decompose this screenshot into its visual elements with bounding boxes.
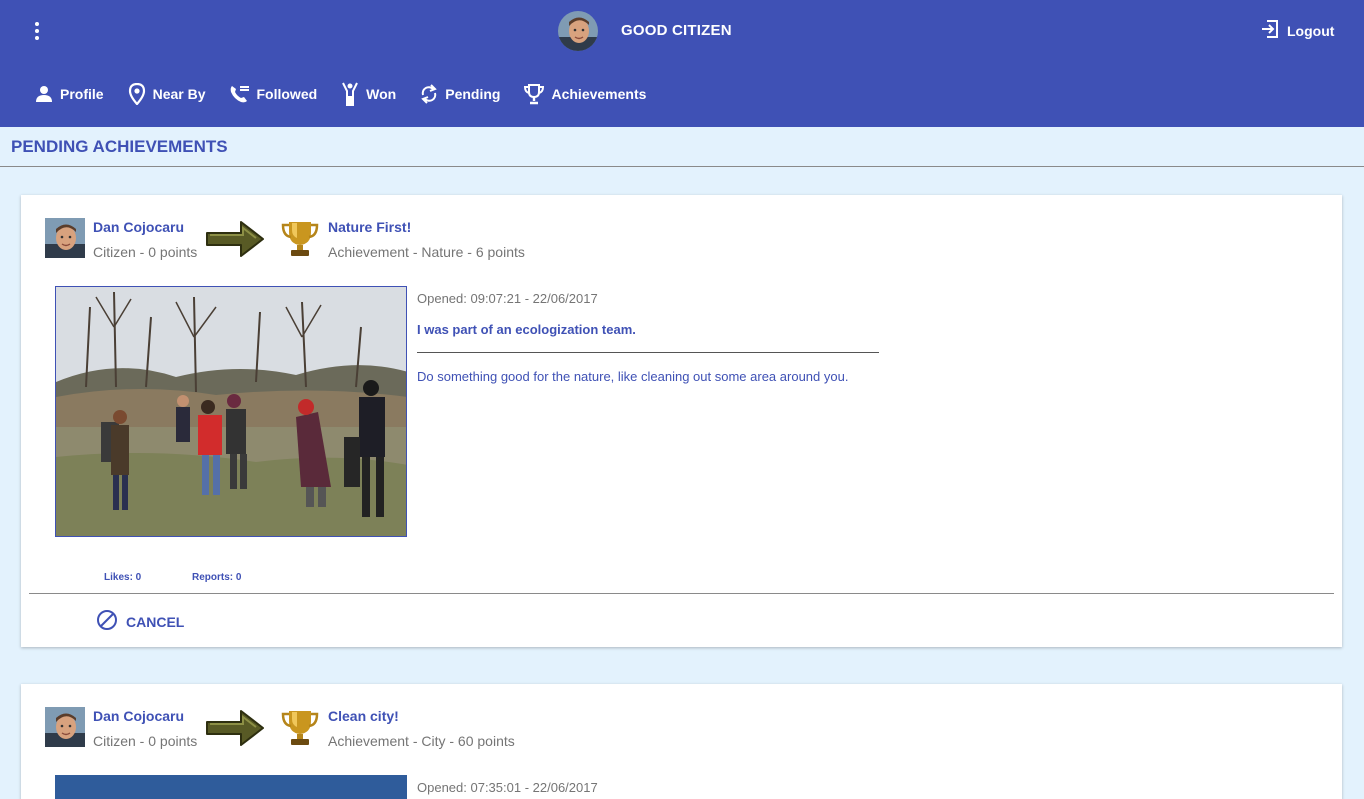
achievement-name[interactable]: Clean city! xyxy=(328,708,399,724)
user-avatar[interactable] xyxy=(45,707,85,747)
nav-pending-label: Pending xyxy=(445,86,501,102)
achievement-details: Achievement - Nature - 6 points xyxy=(328,244,525,260)
nav-followed-label: Followed xyxy=(256,86,318,102)
page-title: PENDING ACHIEVEMENTS xyxy=(11,137,228,156)
achievement-details: Achievement - City - 60 points xyxy=(328,733,515,749)
nav-won-label: Won xyxy=(366,86,397,102)
location-pin-icon xyxy=(127,83,147,105)
user-points: Citizen - 0 points xyxy=(93,733,198,749)
app-bar: GOOD CITIZEN Logout Profile Near By Foll… xyxy=(0,0,1364,127)
trophy-icon xyxy=(523,83,545,105)
more-menu-icon[interactable] xyxy=(26,18,48,44)
main-nav: Profile Near By Followed Won Pending Ach… xyxy=(34,80,669,108)
logout-label: Logout xyxy=(1287,22,1335,39)
achievement-card: Dan Cojocaru Citizen - 0 points Clean ci… xyxy=(21,684,1342,799)
opened-timestamp: Opened: 09:07:21 - 22/06/2017 xyxy=(417,291,598,306)
person-icon xyxy=(34,84,54,104)
cancel-label: CANCEL xyxy=(126,613,185,630)
nav-pending[interactable]: Pending xyxy=(419,80,500,108)
avatar[interactable] xyxy=(558,11,598,51)
nav-followed[interactable]: Followed xyxy=(229,80,318,108)
logout-icon xyxy=(1260,19,1280,42)
divider xyxy=(0,166,1364,167)
logout-button[interactable]: Logout xyxy=(1260,19,1334,42)
block-icon xyxy=(96,609,118,634)
winner-figure-icon xyxy=(340,82,360,106)
user-name[interactable]: Dan Cojocaru xyxy=(93,219,184,235)
nav-won[interactable]: Won xyxy=(340,80,396,108)
sync-icon xyxy=(419,83,439,105)
app-title: GOOD CITIZEN xyxy=(621,22,732,39)
achievement-description: Do something good for the nature, like c… xyxy=(417,369,849,384)
trophy-icon xyxy=(280,707,320,752)
nav-profile-label: Profile xyxy=(60,86,104,102)
phone-follow-icon xyxy=(229,84,251,104)
nav-near-by[interactable]: Near By xyxy=(127,80,206,108)
achievement-card: Dan Cojocaru Citizen - 0 points Nature F… xyxy=(21,195,1342,647)
user-points: Citizen - 0 points xyxy=(93,244,198,260)
achievement-name[interactable]: Nature First! xyxy=(328,219,411,235)
arrow-right-icon xyxy=(204,708,266,753)
nav-achievements[interactable]: Achievements xyxy=(523,80,646,108)
trophy-icon xyxy=(280,218,320,263)
divider xyxy=(29,593,1334,594)
arrow-right-icon xyxy=(204,219,266,264)
opened-timestamp: Opened: 07:35:01 - 22/06/2017 xyxy=(417,780,598,795)
nav-achievements-label: Achievements xyxy=(551,86,647,102)
reports-count: Reports: 0 xyxy=(192,572,242,583)
user-avatar[interactable] xyxy=(45,218,85,258)
nav-near-by-label: Near By xyxy=(152,86,206,102)
achievement-photo[interactable] xyxy=(55,286,407,537)
divider xyxy=(417,352,879,353)
achievement-photo[interactable] xyxy=(55,775,407,799)
user-name[interactable]: Dan Cojocaru xyxy=(93,708,184,724)
report-title: I was part of an ecologization team. xyxy=(417,322,636,337)
cancel-button[interactable]: CANCEL xyxy=(96,609,184,634)
nav-profile[interactable]: Profile xyxy=(34,80,104,108)
likes-count: Likes: 0 xyxy=(104,572,142,583)
